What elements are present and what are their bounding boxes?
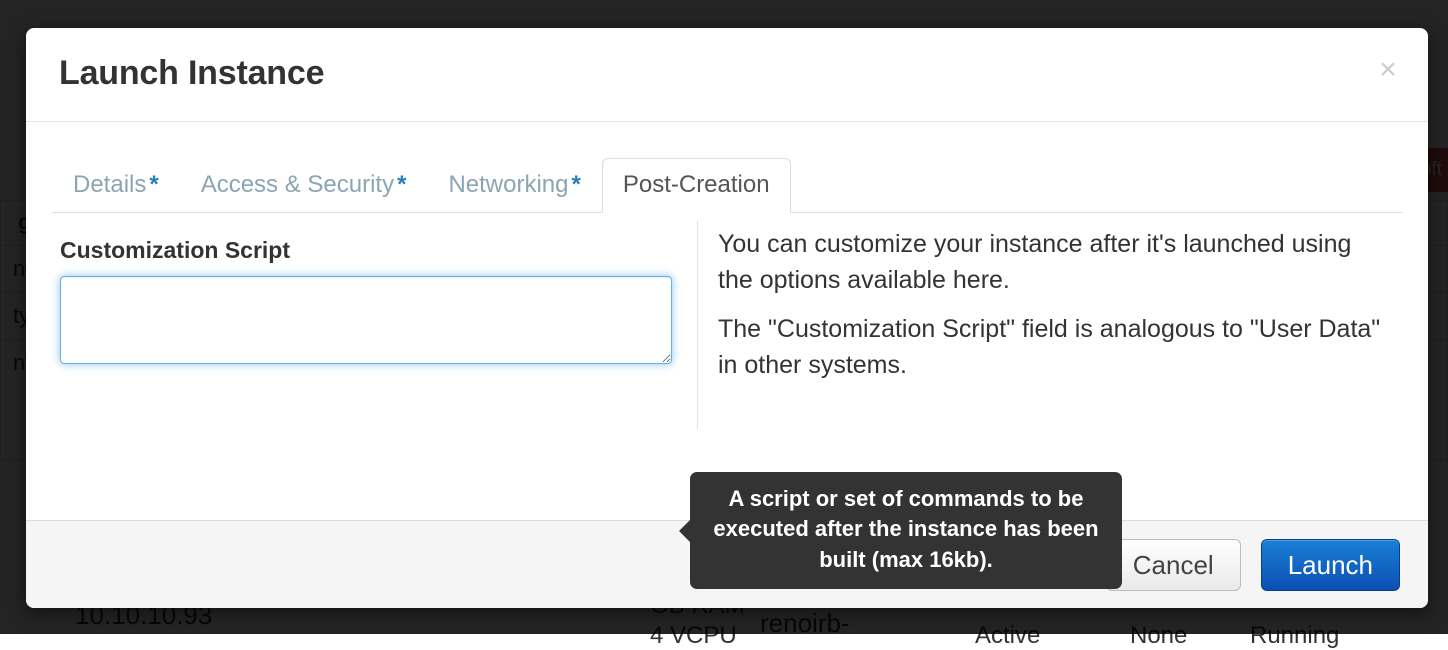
- tab-access-security[interactable]: Access & Security*: [180, 158, 428, 213]
- help-paragraph-2: The "Customization Script" field is anal…: [718, 312, 1390, 383]
- help-column: You can customize your instance after it…: [718, 227, 1390, 397]
- required-marker: *: [149, 171, 158, 198]
- form-column: Customization Script: [60, 237, 685, 369]
- tab-post-creation[interactable]: Post-Creation: [602, 158, 791, 213]
- tab-label: Post-Creation: [623, 171, 770, 198]
- tab-label: Access & Security: [201, 171, 394, 198]
- customization-script-input[interactable]: [60, 276, 672, 364]
- tab-networking[interactable]: Networking*: [427, 158, 601, 213]
- cancel-button[interactable]: Cancel: [1106, 539, 1241, 591]
- help-paragraph-1: You can customize your instance after it…: [718, 227, 1390, 298]
- modal-body: Customization Script You can customize y…: [26, 213, 1428, 485]
- launch-instance-modal: Launch Instance × Details* Access & Secu…: [26, 28, 1428, 608]
- required-marker: *: [397, 171, 406, 198]
- tab-label: Details: [73, 171, 146, 198]
- page-title: Launch Instance: [59, 54, 324, 93]
- tab-label: Networking: [448, 171, 568, 198]
- close-icon[interactable]: ×: [1368, 50, 1408, 90]
- modal-header: Launch Instance ×: [26, 28, 1428, 122]
- customization-script-label: Customization Script: [60, 237, 685, 264]
- required-marker: *: [572, 171, 581, 198]
- column-divider: [697, 221, 698, 429]
- tab-bar-wrapper: Details* Access & Security* Networking* …: [52, 122, 1402, 213]
- script-tooltip: A script or set of commands to be execut…: [690, 472, 1122, 589]
- launch-button[interactable]: Launch: [1261, 539, 1400, 591]
- tab-bar: Details* Access & Security* Networking* …: [52, 158, 1402, 213]
- tab-details[interactable]: Details*: [52, 158, 180, 213]
